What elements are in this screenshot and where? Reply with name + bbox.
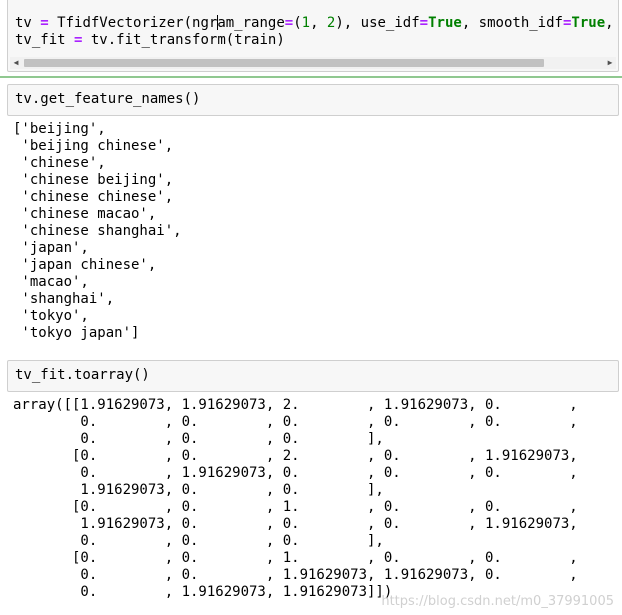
- code-token: tv_fit: [15, 32, 75, 48]
- output-line: 'macao',: [13, 274, 89, 290]
- cell-2-output: ['beijing', 'beijing chinese', 'chinese'…: [13, 121, 182, 342]
- horizontal-scrollbar[interactable]: ◀ ▶: [10, 57, 616, 69]
- output-line: 'chinese macao',: [13, 206, 157, 222]
- code-keyword: True: [428, 15, 462, 31]
- watermark: https://blog.csdn.net/m0_37991005: [381, 594, 614, 609]
- output-line: 0. , 0. , 0. , 0. , 0. ,: [13, 414, 578, 430]
- output-line: 0. , 0. , 0. ],: [13, 533, 384, 549]
- code-line-1: tv = TfidfVectorizer(ngram_range=(1, 2),…: [8, 15, 618, 32]
- cell-separator: [0, 76, 622, 78]
- code-token: ,: [310, 15, 327, 31]
- output-line: 'chinese chinese',: [13, 189, 174, 205]
- output-line: 1.91629073, 0. , 0. , 0. , 1.91629073,: [13, 516, 578, 532]
- output-line: 0. , 1.91629073, 0. , 0. , 0. ,: [13, 465, 578, 481]
- output-line: array([[1.91629073, 1.91629073, 2. , 1.9…: [13, 397, 578, 413]
- code-number: 1: [301, 15, 311, 31]
- code-token: am_range: [217, 15, 285, 31]
- output-line: 1.91629073, 0. , 0. ],: [13, 482, 384, 498]
- code-cell-3-input[interactable]: tv_fit.toarray(): [7, 360, 619, 392]
- output-line: 0. , 0. , 0. ],: [13, 431, 384, 447]
- output-line: 'chinese',: [13, 155, 106, 171]
- output-line: [0. , 0. , 2. , 0. , 1.91629073,: [13, 448, 578, 464]
- code-token: tv.fit_transform(train): [82, 32, 285, 48]
- output-line: 'beijing chinese',: [13, 138, 174, 154]
- output-line: ['beijing',: [13, 121, 106, 137]
- output-line: 'tokyo japan']: [13, 325, 140, 341]
- output-line: 'shanghai',: [13, 291, 115, 307]
- code-token: ), use_idf: [335, 15, 420, 31]
- code-cell-1-input[interactable]: tv = TfidfVectorizer(ngram_range=(1, 2),…: [7, 0, 619, 72]
- output-line: 'japan chinese',: [13, 257, 157, 273]
- scroll-left-arrow-icon[interactable]: ◀: [10, 57, 22, 69]
- output-line: [0. , 0. , 1. , 0. , 0. ,: [13, 499, 578, 515]
- code-keyword: True: [571, 15, 606, 31]
- code-operator: =: [419, 15, 429, 31]
- output-line: 'chinese beijing',: [13, 172, 174, 188]
- code-operator: =: [284, 15, 294, 31]
- code-token: ,: [605, 15, 614, 31]
- code-token: , smooth_idf: [461, 15, 563, 31]
- output-line: 'japan',: [13, 240, 89, 256]
- code-operator: =: [40, 15, 49, 31]
- code-cell-2-input[interactable]: tv.get_feature_names(): [7, 84, 619, 116]
- output-line: 'tokyo',: [13, 308, 89, 324]
- code-token: (: [293, 15, 302, 31]
- code-token: tv: [15, 15, 41, 31]
- cell-3-output: array([[1.91629073, 1.91629073, 2. , 1.9…: [13, 397, 578, 601]
- output-line: 0. , 0. , 1.91629073, 1.91629073, 0. ,: [13, 567, 578, 583]
- scrollbar-thumb[interactable]: [24, 59, 544, 67]
- code-token: TfidfVectorizer(ngr: [48, 15, 218, 31]
- code-line: tv.get_feature_names(): [15, 91, 201, 107]
- output-line: [0. , 0. , 1. , 0. , 0. ,: [13, 550, 578, 566]
- code-line-2: tv_fit = tv.fit_transform(train): [8, 32, 618, 49]
- code-line: tv_fit.toarray(): [15, 367, 150, 383]
- output-line: 'chinese shanghai',: [13, 223, 182, 239]
- scroll-right-arrow-icon[interactable]: ▶: [604, 57, 616, 69]
